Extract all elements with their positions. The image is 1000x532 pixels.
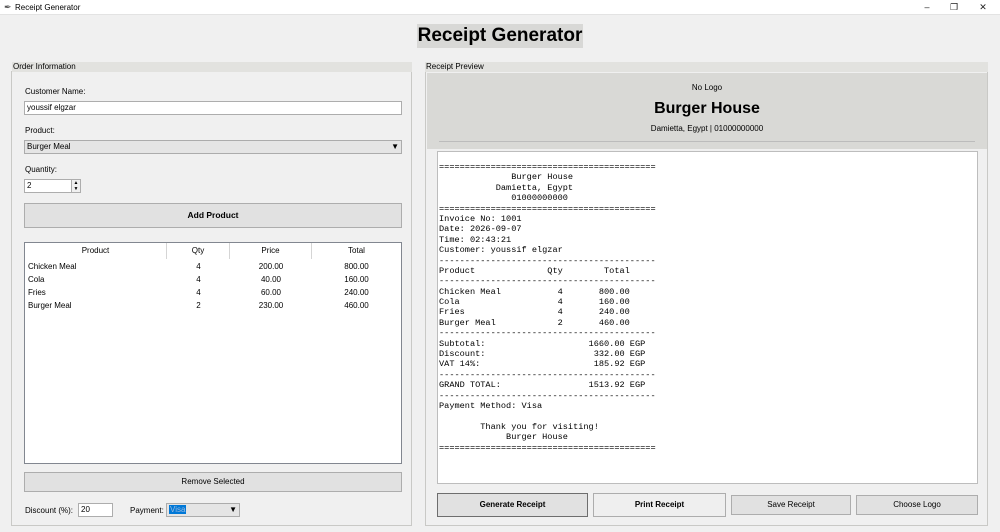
receipt-header-area: No Logo Burger House Damietta, Egypt | 0… bbox=[427, 73, 987, 149]
add-product-button[interactable]: Add Product bbox=[24, 203, 402, 228]
receipt-line: Time: 02:43:21 bbox=[439, 234, 512, 245]
receipt-line: Burger House bbox=[439, 172, 574, 183]
cell-qty: 4 bbox=[196, 262, 201, 271]
table-row[interactable]: Fries 4 60.00 240.00 bbox=[25, 286, 401, 299]
cell-price: 230.00 bbox=[258, 301, 284, 310]
save-receipt-button[interactable]: Save Receipt bbox=[731, 495, 851, 515]
receipt-preview-label: Receipt Preview bbox=[425, 62, 988, 72]
cell-product: Burger Meal bbox=[28, 301, 72, 310]
receipt-line: Cola 4 160.00 bbox=[439, 297, 630, 308]
receipt-text-area[interactable]: ========================================… bbox=[437, 151, 978, 484]
receipt-line: Burger House bbox=[439, 432, 568, 443]
cell-total: 160.00 bbox=[344, 275, 369, 284]
quantity-value: 2 bbox=[27, 181, 32, 190]
quantity-stepper-buttons[interactable]: ▲ ▼ bbox=[71, 180, 80, 192]
products-table[interactable]: Product Qty Price Total Chicken Meal 4 2… bbox=[24, 242, 402, 464]
quantity-label: Quantity: bbox=[25, 165, 58, 174]
receipt-line: ----------------------------------------… bbox=[439, 369, 656, 380]
receipt-line: Damietta, Egypt bbox=[439, 182, 574, 193]
close-icon[interactable]: ✕ bbox=[970, 0, 996, 15]
cell-total: 240.00 bbox=[344, 288, 369, 297]
quantity-stepper[interactable]: 2 ▲ ▼ bbox=[24, 179, 81, 193]
product-select-value: Burger Meal bbox=[27, 142, 71, 151]
product-label: Product: bbox=[25, 126, 55, 135]
discount-field[interactable]: 20 bbox=[78, 503, 113, 517]
table-row[interactable]: Burger Meal 2 230.00 460.00 bbox=[25, 299, 401, 312]
cell-total: 800.00 bbox=[344, 262, 369, 271]
payment-label: Payment: bbox=[130, 506, 164, 515]
payment-select[interactable]: Visa ▼ bbox=[166, 503, 240, 517]
cell-product: Chicken Meal bbox=[28, 262, 77, 271]
restore-icon[interactable]: ❐ bbox=[941, 0, 967, 15]
cell-total: 460.00 bbox=[344, 301, 369, 310]
customer-name-field[interactable]: youssif elgzar bbox=[24, 101, 402, 115]
receipt-line: ========================================… bbox=[439, 442, 656, 453]
product-select[interactable]: Burger Meal ▼ bbox=[24, 140, 402, 154]
receipt-line: ========================================… bbox=[439, 203, 656, 214]
receipt-line: Burger Meal 2 460.00 bbox=[439, 317, 630, 328]
chevron-down-icon[interactable]: ▼ bbox=[391, 141, 399, 153]
cell-price: 200.00 bbox=[258, 262, 284, 271]
receipt-line bbox=[439, 411, 977, 421]
receipt-line: ----------------------------------------… bbox=[439, 328, 656, 339]
column-header-qty[interactable]: Qty bbox=[167, 243, 230, 259]
receipt-line: Thank you for visiting! bbox=[439, 421, 599, 432]
cell-qty: 4 bbox=[196, 288, 201, 297]
receipt-line: 01000000000 bbox=[439, 193, 568, 204]
stepper-down-icon[interactable]: ▼ bbox=[72, 186, 80, 192]
page-title: Receipt Generator bbox=[417, 24, 583, 48]
receipt-line: ----------------------------------------… bbox=[439, 276, 656, 287]
customer-name-label: Customer Name: bbox=[25, 87, 86, 96]
table-header: Product Qty Price Total bbox=[25, 243, 401, 259]
column-header-total[interactable]: Total bbox=[312, 243, 401, 259]
receipt-line: Customer: youssif elgzar bbox=[439, 245, 563, 256]
receipt-line: ========================================… bbox=[439, 162, 656, 172]
receipt-line: Subtotal: 1660.00 EGP bbox=[439, 338, 646, 349]
column-header-price[interactable]: Price bbox=[230, 243, 312, 259]
receipt-line: VAT 14%: 185.92 EGP bbox=[439, 359, 646, 370]
column-header-product[interactable]: Product bbox=[25, 243, 167, 259]
receipt-line: Payment Method: Visa bbox=[439, 400, 543, 411]
receipt-line: Chicken Meal 4 800.00 bbox=[439, 286, 630, 297]
generate-receipt-button[interactable]: Generate Receipt bbox=[437, 493, 588, 517]
shop-info: Damietta, Egypt | 01000000000 bbox=[650, 124, 764, 133]
receipt-line: Fries 4 240.00 bbox=[439, 307, 630, 318]
table-row[interactable]: Cola 4 40.00 160.00 bbox=[25, 273, 401, 286]
cell-qty: 4 bbox=[196, 275, 201, 284]
choose-logo-button[interactable]: Choose Logo bbox=[856, 495, 978, 515]
shop-name: Burger House bbox=[654, 100, 760, 117]
receipt-line: Discount: 332.00 EGP bbox=[439, 349, 646, 360]
receipt-line: Invoice No: 1001 bbox=[439, 213, 522, 224]
title-bar: ✒ Receipt Generator – ❐ ✕ bbox=[0, 0, 1000, 15]
receipt-line: GRAND TOTAL: 1513.92 EGP bbox=[439, 380, 646, 391]
cell-qty: 2 bbox=[196, 301, 201, 310]
receipt-line: Product Qty Total bbox=[439, 265, 630, 276]
minimize-icon[interactable]: – bbox=[914, 0, 940, 15]
window-title: Receipt Generator bbox=[15, 3, 81, 12]
receipt-line: Date: 2026-09-07 bbox=[439, 224, 522, 235]
cell-product: Fries bbox=[28, 288, 46, 297]
print-receipt-button[interactable]: Print Receipt bbox=[593, 493, 726, 517]
table-row[interactable]: Chicken Meal 4 200.00 800.00 bbox=[25, 260, 401, 273]
remove-selected-button[interactable]: Remove Selected bbox=[24, 472, 402, 492]
feather-icon: ✒ bbox=[4, 2, 12, 12]
divider bbox=[439, 141, 975, 142]
logo-placeholder: No Logo bbox=[691, 83, 723, 92]
order-information-label: Order Information bbox=[12, 62, 412, 72]
payment-select-value: Visa bbox=[169, 505, 187, 514]
chevron-down-icon[interactable]: ▼ bbox=[229, 504, 237, 516]
cell-price: 60.00 bbox=[260, 288, 282, 297]
receipt-line: ----------------------------------------… bbox=[439, 255, 656, 266]
cell-price: 40.00 bbox=[260, 275, 282, 284]
receipt-line: ----------------------------------------… bbox=[439, 390, 656, 401]
cell-product: Cola bbox=[28, 275, 45, 284]
discount-label: Discount (%): bbox=[25, 506, 74, 515]
